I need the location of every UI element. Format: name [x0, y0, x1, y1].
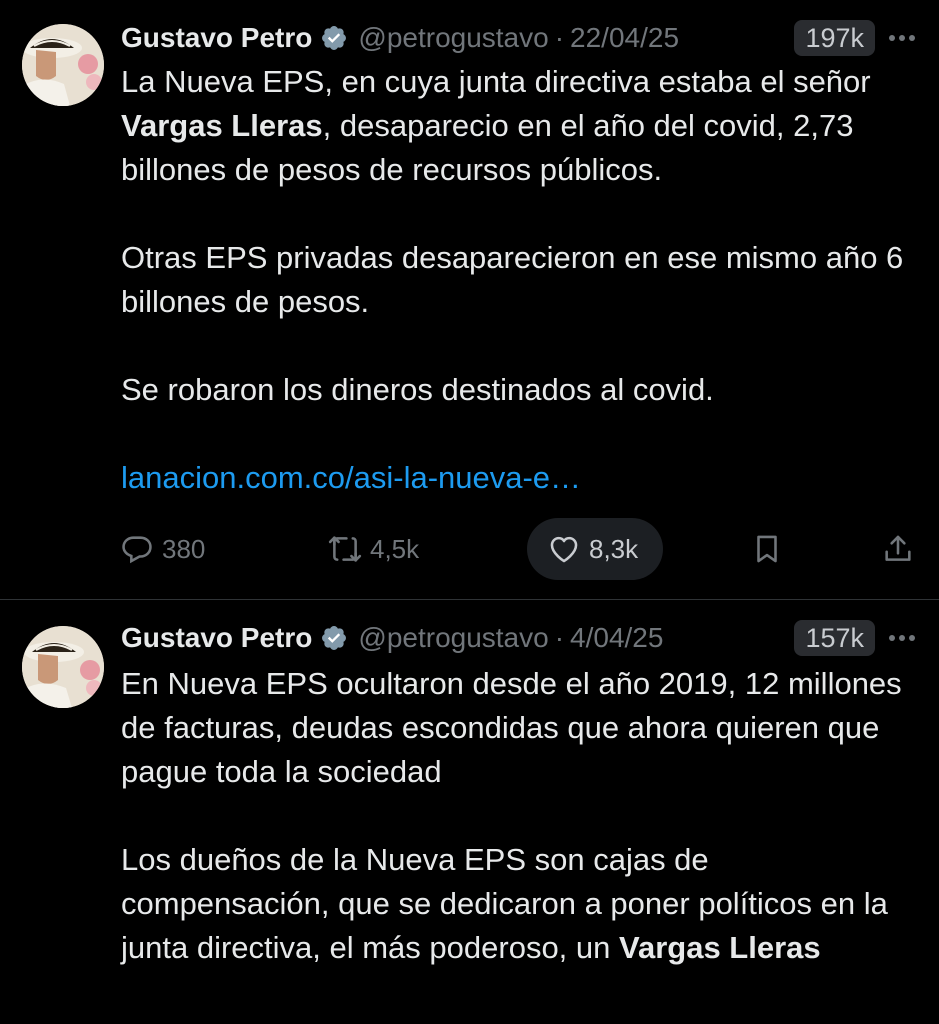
reply-icon	[122, 536, 152, 564]
bold-text-segment: Vargas Lleras	[121, 108, 323, 143]
text-segment: Se robaron los dineros destinados al cov…	[121, 372, 714, 407]
action-bar: 380 4,5k 8,3k	[0, 518, 939, 580]
reply-count: 380	[162, 533, 206, 564]
view-count-badge: 157k	[794, 620, 875, 656]
tweet-paragraph: Los dueños de la Nueva EPS son cajas de …	[121, 838, 921, 970]
author-name[interactable]: Gustavo Petro	[121, 22, 312, 54]
separator: ·	[554, 22, 565, 53]
tweet[interactable]: Gustavo Petro @petrogustavo · 22/04/25 1…	[0, 0, 939, 600]
avatar[interactable]	[22, 24, 104, 106]
tweet-date[interactable]: 22/04/25	[570, 22, 679, 54]
retweet-button[interactable]: 4,5k	[328, 518, 419, 580]
tweet-text: La Nueva EPS, en cuya junta directiva es…	[121, 60, 921, 500]
text-segment: En Nueva EPS ocultaron desde el año 2019…	[121, 666, 902, 789]
tweet-paragraph: En Nueva EPS ocultaron desde el año 2019…	[121, 662, 921, 794]
text-segment: La Nueva EPS, en cuya junta directiva es…	[121, 64, 871, 99]
share-button[interactable]	[881, 518, 915, 580]
verified-badge-icon	[320, 24, 348, 52]
retweet-count: 4,5k	[370, 533, 420, 564]
text-segment: Los dueños de la Nueva EPS son cajas de …	[121, 842, 888, 965]
like-button[interactable]: 8,3k	[527, 518, 663, 580]
bookmark-icon	[757, 535, 777, 563]
tweet-paragraph: lanacion.com.co/asi-la-nueva-e…	[121, 456, 921, 500]
reply-button[interactable]: 380	[120, 518, 205, 580]
more-options-icon[interactable]	[885, 621, 919, 655]
timeline-feed: Gustavo Petro @petrogustavo · 22/04/25 1…	[0, 0, 939, 1024]
view-count-badge: 197k	[794, 20, 875, 56]
tweet-paragraph: Se robaron los dineros destinados al cov…	[121, 368, 921, 412]
separator: ·	[554, 622, 565, 653]
more-options-icon[interactable]	[885, 21, 919, 55]
tweet-paragraph: Otras EPS privadas desaparecieron en ese…	[121, 236, 921, 324]
retweet-icon	[328, 536, 362, 562]
tweet-divider	[0, 599, 939, 600]
text-segment: Otras EPS privadas desaparecieron en ese…	[121, 240, 904, 319]
verified-badge-icon	[320, 624, 348, 652]
heart-icon	[550, 536, 578, 563]
article-link[interactable]: lanacion.com.co/asi-la-nueva-e…	[121, 460, 581, 495]
bold-text-segment: Vargas Lleras	[619, 930, 821, 965]
tweet-paragraph: La Nueva EPS, en cuya junta directiva es…	[121, 60, 921, 192]
share-icon	[885, 535, 911, 561]
author-handle[interactable]: @petrogustavo	[358, 22, 548, 54]
author-name[interactable]: Gustavo Petro	[121, 622, 312, 654]
like-count: 8,3k	[589, 533, 639, 564]
tweet-header: Gustavo Petro @petrogustavo · 22/04/25	[121, 20, 679, 56]
tweet-header: Gustavo Petro @petrogustavo · 4/04/25	[121, 620, 663, 656]
author-handle[interactable]: @petrogustavo	[358, 622, 548, 654]
bookmark-button[interactable]	[750, 518, 784, 580]
tweet-date[interactable]: 4/04/25	[570, 622, 663, 654]
tweet-text: En Nueva EPS ocultaron desde el año 2019…	[121, 662, 921, 970]
avatar[interactable]	[22, 626, 104, 708]
